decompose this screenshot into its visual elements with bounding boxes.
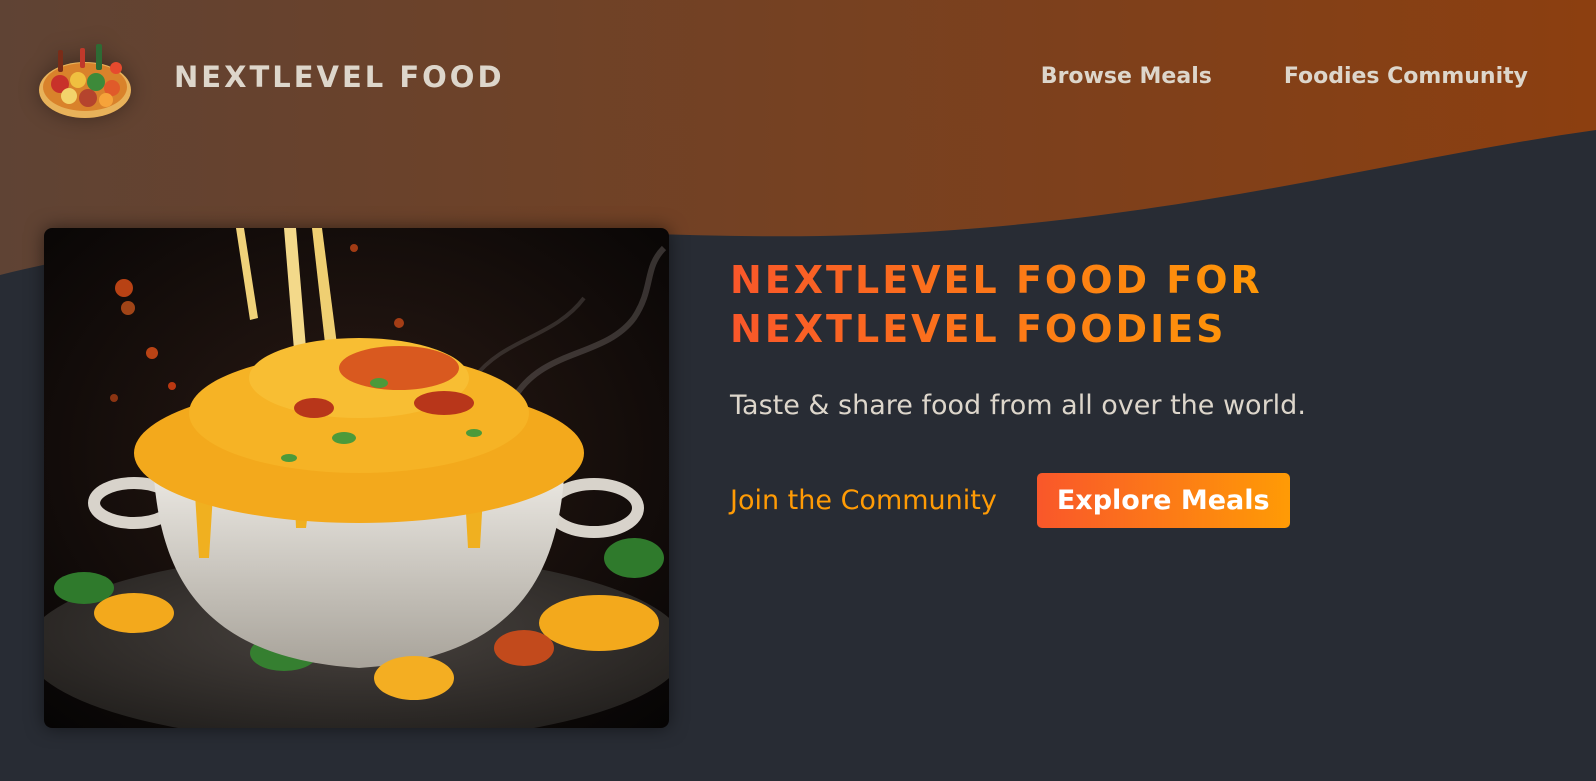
logo-link[interactable]: NEXTLEVEL FOOD [36,32,505,122]
hero-image [44,228,669,728]
nav-foodies-community[interactable]: Foodies Community [1278,62,1534,91]
page: NEXTLEVEL FOOD Browse Meals Foodies Comm… [0,0,1596,781]
main-nav: Browse Meals Foodies Community [1035,62,1534,91]
join-community-link[interactable]: Join the Community [730,485,997,516]
main-header: NEXTLEVEL FOOD Browse Meals Foodies Comm… [0,0,1596,160]
logo-image [36,32,134,122]
nav-browse-meals[interactable]: Browse Meals [1035,62,1218,91]
hero-title: NEXTLEVEL FOOD FOR NEXTLEVEL FOODIES [730,256,1290,354]
hero-subtitle: Taste & share food from all over the wor… [730,390,1306,421]
hero-title-line-2: NEXTLEVEL FOODIES [730,307,1227,351]
logo-text: NEXTLEVEL FOOD [174,60,505,94]
hero-title-line-1: NEXTLEVEL FOOD FOR [730,258,1263,302]
hero-text: NEXTLEVEL FOOD FOR NEXTLEVEL FOODIES Tas… [730,256,1530,528]
explore-meals-button[interactable]: Explore Meals [1036,473,1290,528]
hero-cta: Join the Community Explore Meals [730,473,1530,528]
